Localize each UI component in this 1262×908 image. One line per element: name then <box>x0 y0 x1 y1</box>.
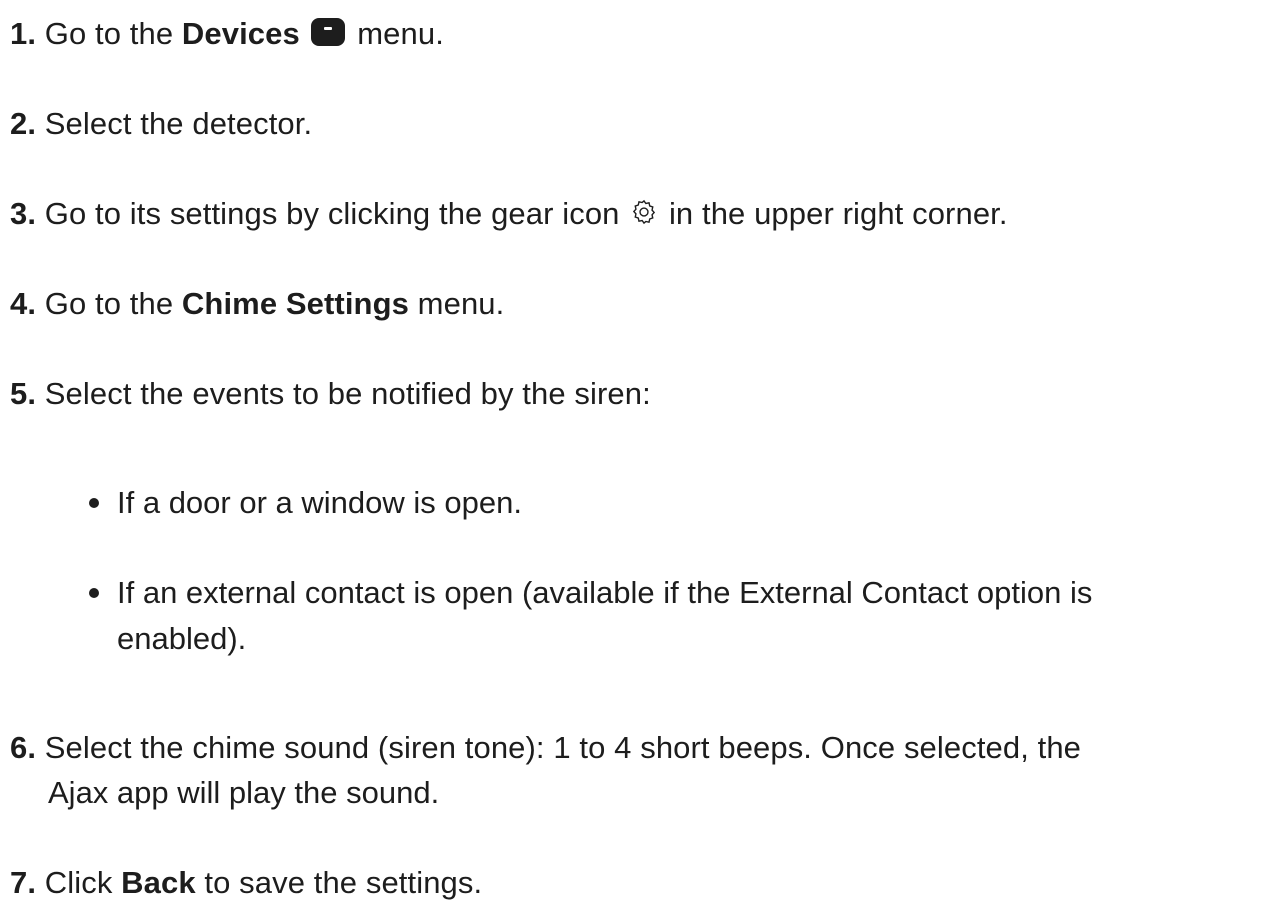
gear-icon <box>633 199 656 225</box>
step-number: 6. <box>10 730 37 765</box>
step-6: 6. Select the chime sound (siren tone): … <box>10 728 1081 768</box>
step-7: 7. Click Back to save the settings. <box>10 863 482 903</box>
bullet-icon <box>89 588 99 598</box>
step-text: Go to the <box>36 286 182 321</box>
step-text: Go to its settings by clicking the gear … <box>36 196 629 231</box>
step-text: Select the detector. <box>36 106 313 141</box>
step-number: 2. <box>10 106 37 141</box>
bullet-item-2: If an external contact is open (availabl… <box>89 573 1093 613</box>
step-5: 5. Select the events to be notified by t… <box>10 374 651 414</box>
step-number: 5. <box>10 376 37 411</box>
step-text: Select the events to be notified by the … <box>36 376 651 411</box>
bullet-icon <box>89 498 99 508</box>
step-1: 1. Go to the Devices menu. <box>10 14 444 54</box>
step-text: to save the settings. <box>195 865 483 900</box>
step-text: in the upper right corner. <box>660 196 1008 231</box>
step-number: 4. <box>10 286 37 321</box>
bullet-text-continuation: enabled). <box>117 621 247 656</box>
step-4: 4. Go to the Chime Settings menu. <box>10 284 504 324</box>
bullet-item-1: If a door or a window is open. <box>89 483 522 523</box>
instructions-document: 1. Go to the Devices menu. 2. Select the… <box>0 0 1262 908</box>
step-text: menu. <box>348 16 444 51</box>
chime-settings-label: Chime Settings <box>181 286 409 321</box>
step-text: menu. <box>408 286 505 321</box>
step-3: 3. Go to its settings by clicking the ge… <box>10 194 1008 234</box>
step-6-continuation: Ajax app will play the sound. <box>48 775 440 810</box>
devices-icon <box>310 18 345 46</box>
devices-menu-label: Devices <box>181 16 300 51</box>
step-number: 7. <box>10 865 37 900</box>
step-text: Click <box>36 865 122 900</box>
back-label: Back <box>121 865 196 900</box>
step-text: Select the chime sound (siren tone): 1 t… <box>36 730 1082 765</box>
bullet-text: If an external contact is open (availabl… <box>117 575 1093 610</box>
step-2: 2. Select the detector. <box>10 104 312 144</box>
step-number: 3. <box>10 196 37 231</box>
step-number: 1. <box>10 16 37 51</box>
step-text: Go to the <box>36 16 182 51</box>
bullet-text: If a door or a window is open. <box>117 485 522 520</box>
